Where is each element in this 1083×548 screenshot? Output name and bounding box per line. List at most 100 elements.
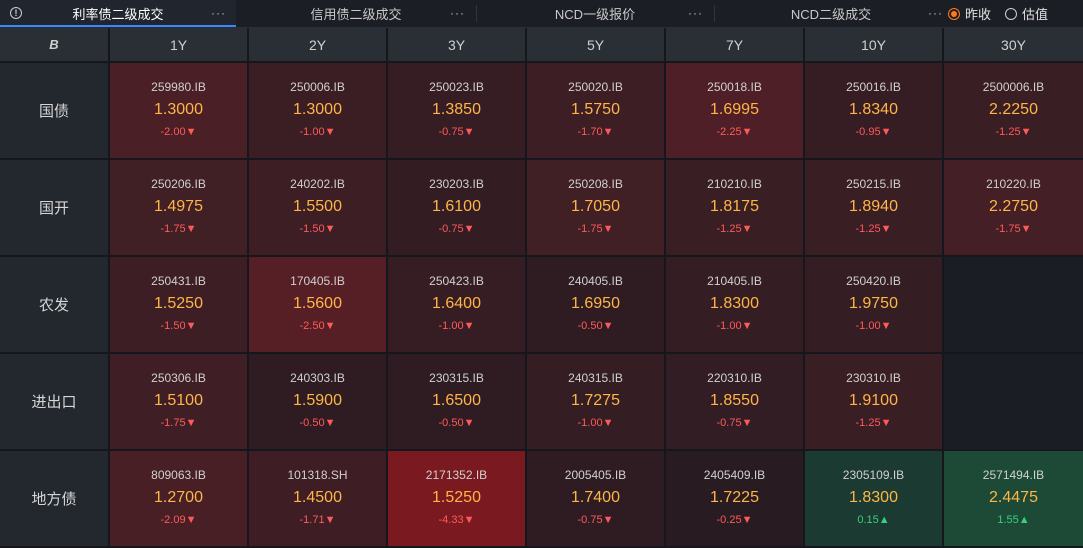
quote-cell[interactable]: 250020.IB 1.5750 -1.70▼ <box>527 63 664 158</box>
more-icon[interactable]: ··· <box>688 6 703 20</box>
yield-change: -0.25▼ <box>716 514 753 526</box>
quote-cell[interactable]: 250016.IB 1.8340 -0.95▼ <box>805 63 942 158</box>
quote-cell[interactable]: 210405.IB 1.8300 -1.00▼ <box>666 257 803 352</box>
yield-value: 1.4975 <box>154 198 203 215</box>
quote-cell[interactable]: 240202.IB 1.5500 -1.50▼ <box>249 160 386 255</box>
bond-code: 250006.IB <box>290 80 345 94</box>
yield-value: 1.9750 <box>849 295 898 312</box>
tab-label: NCD二级成交 <box>790 7 872 22</box>
bond-code: 250020.IB <box>568 80 623 94</box>
bond-code: 250420.IB <box>846 274 901 288</box>
quote-cell[interactable]: 220310.IB 1.8550 -0.75▼ <box>666 354 803 449</box>
quote-cell[interactable]: 2500006.IB 2.2250 -1.25▼ <box>944 63 1083 158</box>
tab-label: 信用债二级成交 <box>310 7 402 22</box>
column-header-1y: 1Y <box>110 28 247 61</box>
tab-label: NCD一级报价 <box>554 7 636 22</box>
yield-change: -1.00▼ <box>716 320 753 332</box>
quote-cell[interactable]: 2171352.IB 1.5250 -4.33▼ <box>388 451 525 546</box>
quote-cell[interactable]: 259980.IB 1.3000 -2.00▼ <box>110 63 247 158</box>
row-label: 农发 <box>0 257 108 352</box>
yield-change: 0.15▲ <box>857 514 890 526</box>
yield-matrix: B 1Y 2Y 3Y 5Y 7Y 10Y 30Y 国债 259980.IB 1.3000 -2.00… <box>0 28 1083 548</box>
tab-credit-secondary[interactable]: 信用债二级成交 ··· <box>237 0 475 27</box>
radio-valuation[interactable]: 估值 <box>1005 4 1048 23</box>
tab-ncd-primary[interactable]: NCD一级报价 ··· <box>477 0 713 27</box>
quote-cell[interactable]: 250215.IB 1.8940 -1.25▼ <box>805 160 942 255</box>
bond-code: 250215.IB <box>846 177 901 191</box>
quote-cell[interactable]: 250206.IB 1.4975 -1.75▼ <box>110 160 247 255</box>
yield-change: -0.50▼ <box>577 320 614 332</box>
bond-code: 250423.IB <box>429 274 484 288</box>
more-icon[interactable]: ··· <box>211 6 226 20</box>
bond-code: 259980.IB <box>151 80 206 94</box>
yield-change: -2.09▼ <box>160 514 197 526</box>
tab-label: 利率债二级成交 <box>72 7 164 22</box>
tab-rates-secondary[interactable]: ! 利率债二级成交 ··· <box>0 0 236 27</box>
quote-cell[interactable]: 210210.IB 1.8175 -1.25▼ <box>666 160 803 255</box>
quote-cell[interactable]: 240405.IB 1.6950 -0.50▼ <box>527 257 664 352</box>
quote-cell[interactable]: 170405.IB 1.5600 -2.50▼ <box>249 257 386 352</box>
yield-value: 1.9100 <box>849 392 898 409</box>
yield-change: -1.50▼ <box>299 223 336 235</box>
quote-cell[interactable]: 250023.IB 1.3850 -0.75▼ <box>388 63 525 158</box>
bond-code: 250208.IB <box>568 177 623 191</box>
yield-value: 1.7050 <box>571 198 620 215</box>
yield-change: -1.25▼ <box>995 126 1032 138</box>
yield-change: -1.00▼ <box>438 320 475 332</box>
quote-cell[interactable]: 809063.IB 1.2700 -2.09▼ <box>110 451 247 546</box>
quote-cell[interactable]: 2571494.IB 2.4475 1.55▲ <box>944 451 1083 546</box>
quote-cell[interactable]: 250018.IB 1.6995 -2.25▼ <box>666 63 803 158</box>
tab-ncd-secondary[interactable]: NCD二级成交 ··· <box>715 0 947 27</box>
quote-cell[interactable]: 250006.IB 1.3000 -1.00▼ <box>249 63 386 158</box>
column-header-2y: 2Y <box>249 28 386 61</box>
yield-value: 1.7400 <box>571 489 620 506</box>
bond-code: 230310.IB <box>846 371 901 385</box>
yield-value: 1.5750 <box>571 101 620 118</box>
quote-cell[interactable]: 230203.IB 1.6100 -0.75▼ <box>388 160 525 255</box>
radio-unchecked-icon[interactable] <box>1005 7 1018 20</box>
column-header-3y: 3Y <box>388 28 525 61</box>
more-icon[interactable]: ··· <box>450 6 465 20</box>
quote-cell[interactable]: 250423.IB 1.6400 -1.00▼ <box>388 257 525 352</box>
yield-value: 1.3000 <box>154 101 203 118</box>
yield-value: 1.5900 <box>293 392 342 409</box>
more-icon[interactable]: ··· <box>928 6 943 20</box>
bond-code: 2500006.IB <box>982 80 1045 94</box>
yield-value: 2.4475 <box>989 489 1038 506</box>
quote-cell[interactable]: 230310.IB 1.9100 -1.25▼ <box>805 354 942 449</box>
bond-code: 250016.IB <box>846 80 901 94</box>
yield-change: -1.00▼ <box>855 320 892 332</box>
quote-cell[interactable]: 2305109.IB 1.8300 0.15▲ <box>805 451 942 546</box>
yield-value: 1.7225 <box>710 489 759 506</box>
empty-cell <box>944 354 1083 449</box>
quote-cell[interactable]: 230315.IB 1.6500 -0.50▼ <box>388 354 525 449</box>
price-basis-radio-group: 昨收 估值 <box>948 0 1056 27</box>
row-label: 国债 <box>0 63 108 158</box>
yield-change: -4.33▼ <box>438 514 475 526</box>
yield-change: -1.71▼ <box>299 514 336 526</box>
quote-cell[interactable]: 2005405.IB 1.7400 -0.75▼ <box>527 451 664 546</box>
radio-prev-close[interactable]: 昨收 <box>948 4 991 23</box>
quote-cell[interactable]: 240315.IB 1.7275 -1.00▼ <box>527 354 664 449</box>
bond-code: 210210.IB <box>707 177 762 191</box>
quote-cell[interactable]: 240303.IB 1.5900 -0.50▼ <box>249 354 386 449</box>
quote-cell[interactable]: 210220.IB 2.2750 -1.75▼ <box>944 160 1083 255</box>
yield-value: 1.5600 <box>293 295 342 312</box>
column-header-5y: 5Y <box>527 28 664 61</box>
row-label: 地方债 <box>0 451 108 546</box>
yield-change: -1.50▼ <box>160 320 197 332</box>
corner-cell[interactable]: B <box>0 28 108 61</box>
bond-code: 101318.SH <box>287 468 348 482</box>
info-icon[interactable]: ! <box>10 7 22 19</box>
yield-change: -2.50▼ <box>299 320 336 332</box>
radio-checked-icon[interactable] <box>948 7 960 20</box>
quote-cell[interactable]: 101318.SH 1.4500 -1.71▼ <box>249 451 386 546</box>
quote-cell[interactable]: 250306.IB 1.5100 -1.75▼ <box>110 354 247 449</box>
quote-cell[interactable]: 250431.IB 1.5250 -1.50▼ <box>110 257 247 352</box>
yield-value: 1.8175 <box>710 198 759 215</box>
quote-cell[interactable]: 250420.IB 1.9750 -1.00▼ <box>805 257 942 352</box>
bond-code: 250306.IB <box>151 371 206 385</box>
bond-code: 250431.IB <box>151 274 206 288</box>
quote-cell[interactable]: 250208.IB 1.7050 -1.75▼ <box>527 160 664 255</box>
quote-cell[interactable]: 2405409.IB 1.7225 -0.25▼ <box>666 451 803 546</box>
